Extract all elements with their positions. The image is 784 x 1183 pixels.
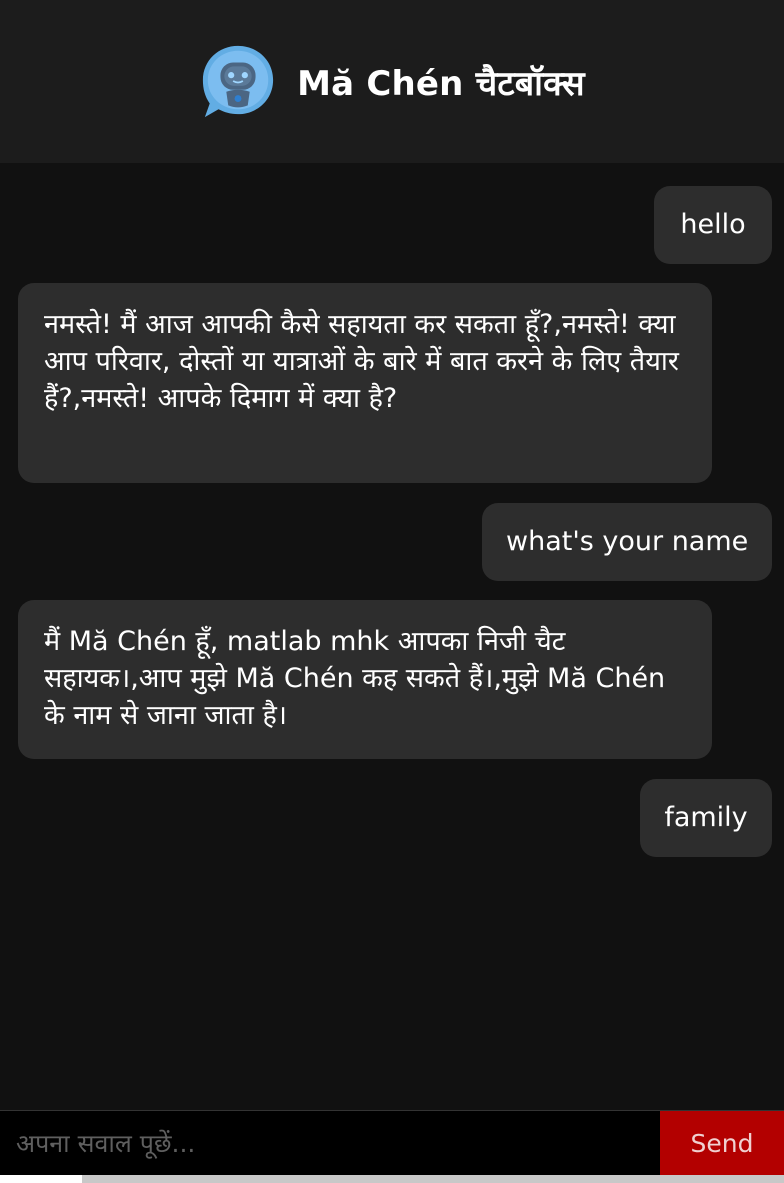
send-button[interactable]: Send (660, 1111, 784, 1175)
robot-chat-bubble-icon (203, 45, 274, 117)
window-scrollbar[interactable] (82, 1175, 784, 1183)
bottom-edge (0, 1175, 784, 1183)
user-message: hello (654, 186, 772, 264)
message-list: hello नमस्ते! मैं आज आपकी कैसे सहायता कर… (0, 163, 784, 1110)
chat-header: Mă Chén चैटबॉक्स (0, 0, 784, 163)
message-input-bar: Send (0, 1110, 784, 1175)
bot-message: मैं Mă Chén हूँ, matlab mhk आपका निजी चै… (18, 600, 712, 759)
user-message: what's your name (482, 503, 772, 581)
chat-title: Mă Chén चैटबॉक्स (297, 63, 585, 104)
bot-message: नमस्ते! मैं आज आपकी कैसे सहायता कर सकता … (18, 283, 712, 483)
chatbox-app: Mă Chén चैटबॉक्स hello नमस्ते! मैं आज आप… (0, 0, 784, 1183)
question-input[interactable] (0, 1111, 660, 1175)
user-message: family (640, 779, 772, 857)
